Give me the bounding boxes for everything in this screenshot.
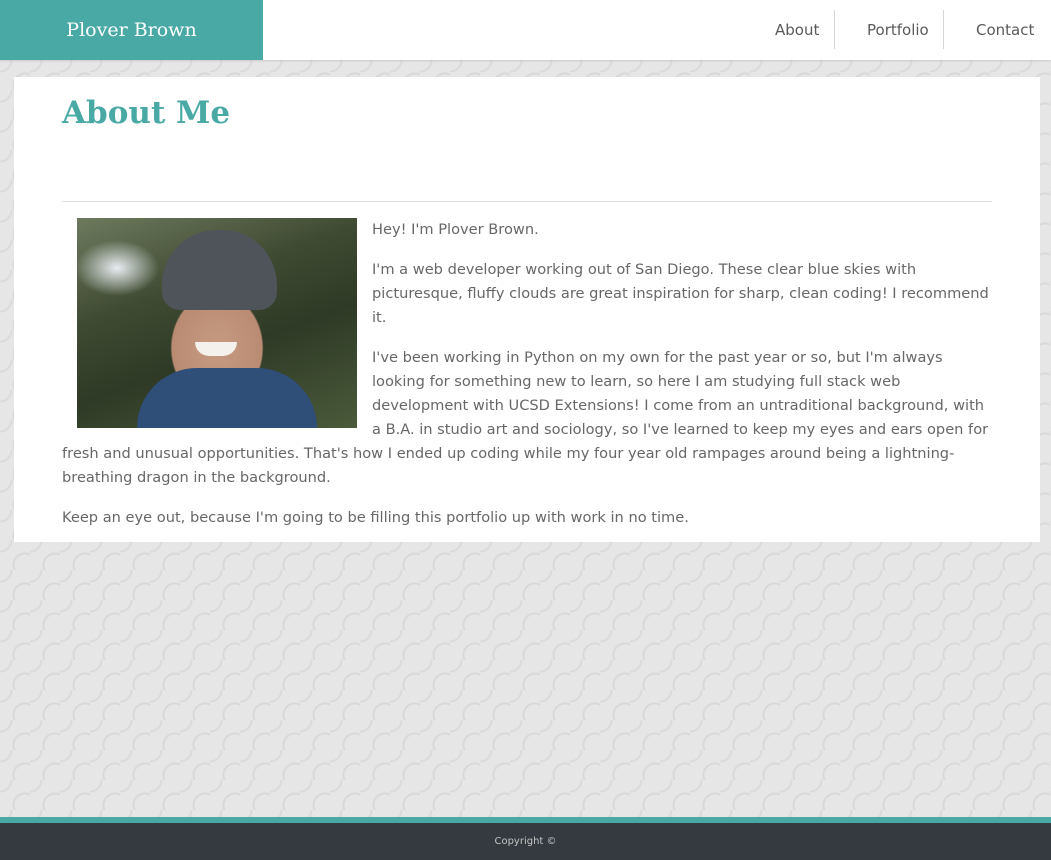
profile-photo bbox=[77, 218, 357, 428]
photo-jacket-shape bbox=[137, 368, 317, 428]
closing-paragraph: Keep an eye out, because I'm going to be… bbox=[62, 509, 689, 526]
about-card: About Me Hey! I'm Plover Brown. I'm a we… bbox=[14, 77, 1040, 542]
title-divider bbox=[62, 201, 992, 202]
nav-about-link[interactable]: About bbox=[775, 0, 819, 60]
about-body: Hey! I'm Plover Brown. I'm a web develop… bbox=[62, 218, 992, 546]
nav-divider bbox=[943, 10, 944, 49]
photo-smile-shape bbox=[195, 342, 237, 356]
photo-hat-shape bbox=[162, 230, 277, 310]
site-footer: Copyright © bbox=[0, 817, 1051, 860]
page-title: About Me bbox=[62, 95, 231, 131]
brand-logo-link[interactable]: Plover Brown bbox=[0, 0, 263, 60]
nav-portfolio-link[interactable]: Portfolio bbox=[867, 0, 929, 60]
nav-divider bbox=[834, 10, 835, 49]
nav-contact-link[interactable]: Contact bbox=[976, 0, 1034, 60]
site-header: Plover Brown About Portfolio Contact bbox=[0, 0, 1051, 60]
copyright-text: Copyright © bbox=[494, 836, 557, 847]
